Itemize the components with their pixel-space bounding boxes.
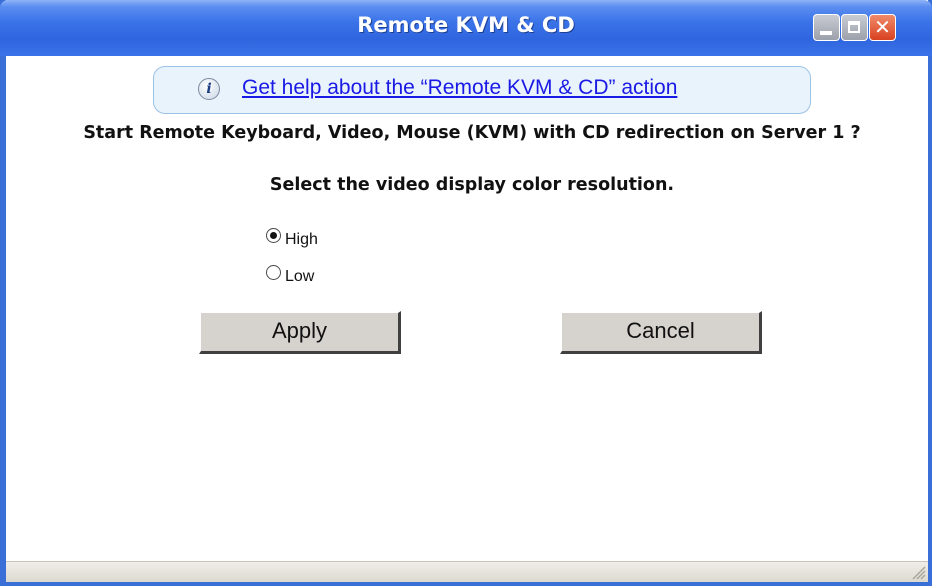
maximize-icon — [848, 21, 860, 33]
resize-grip-icon[interactable] — [910, 564, 926, 580]
close-button[interactable]: ✕ — [869, 14, 896, 41]
confirmation-question: Start Remote Keyboard, Video, Mouse (KVM… — [83, 123, 861, 143]
resolution-prompt: Select the video display color resolutio… — [269, 175, 675, 195]
minimize-button[interactable] — [813, 14, 840, 41]
close-icon: ✕ — [874, 15, 891, 39]
radio-high[interactable] — [266, 228, 281, 243]
radio-low-label: Low — [285, 268, 315, 285]
info-icon: i — [198, 78, 220, 100]
status-bar — [6, 561, 928, 582]
help-banner: i Get help about the “Remote KVM & CD” a… — [153, 66, 811, 114]
radio-option-low[interactable]: Low — [266, 262, 314, 285]
window-title: Remote KVM & CD — [357, 13, 575, 37]
remote-kvm-dialog: Remote KVM & CD ✕ i Get help about the “… — [0, 0, 932, 586]
radio-low[interactable] — [266, 265, 281, 280]
title-bar[interactable]: Remote KVM & CD ✕ — [0, 0, 932, 56]
radio-high-label: High — [285, 231, 318, 248]
cancel-button[interactable]: Cancel — [560, 311, 762, 354]
radio-option-high[interactable]: High — [266, 225, 318, 248]
minimize-icon — [820, 31, 832, 35]
maximize-button[interactable] — [841, 14, 868, 41]
help-link[interactable]: Get help about the “Remote KVM & CD” act… — [242, 76, 677, 100]
apply-button[interactable]: Apply — [199, 311, 401, 354]
